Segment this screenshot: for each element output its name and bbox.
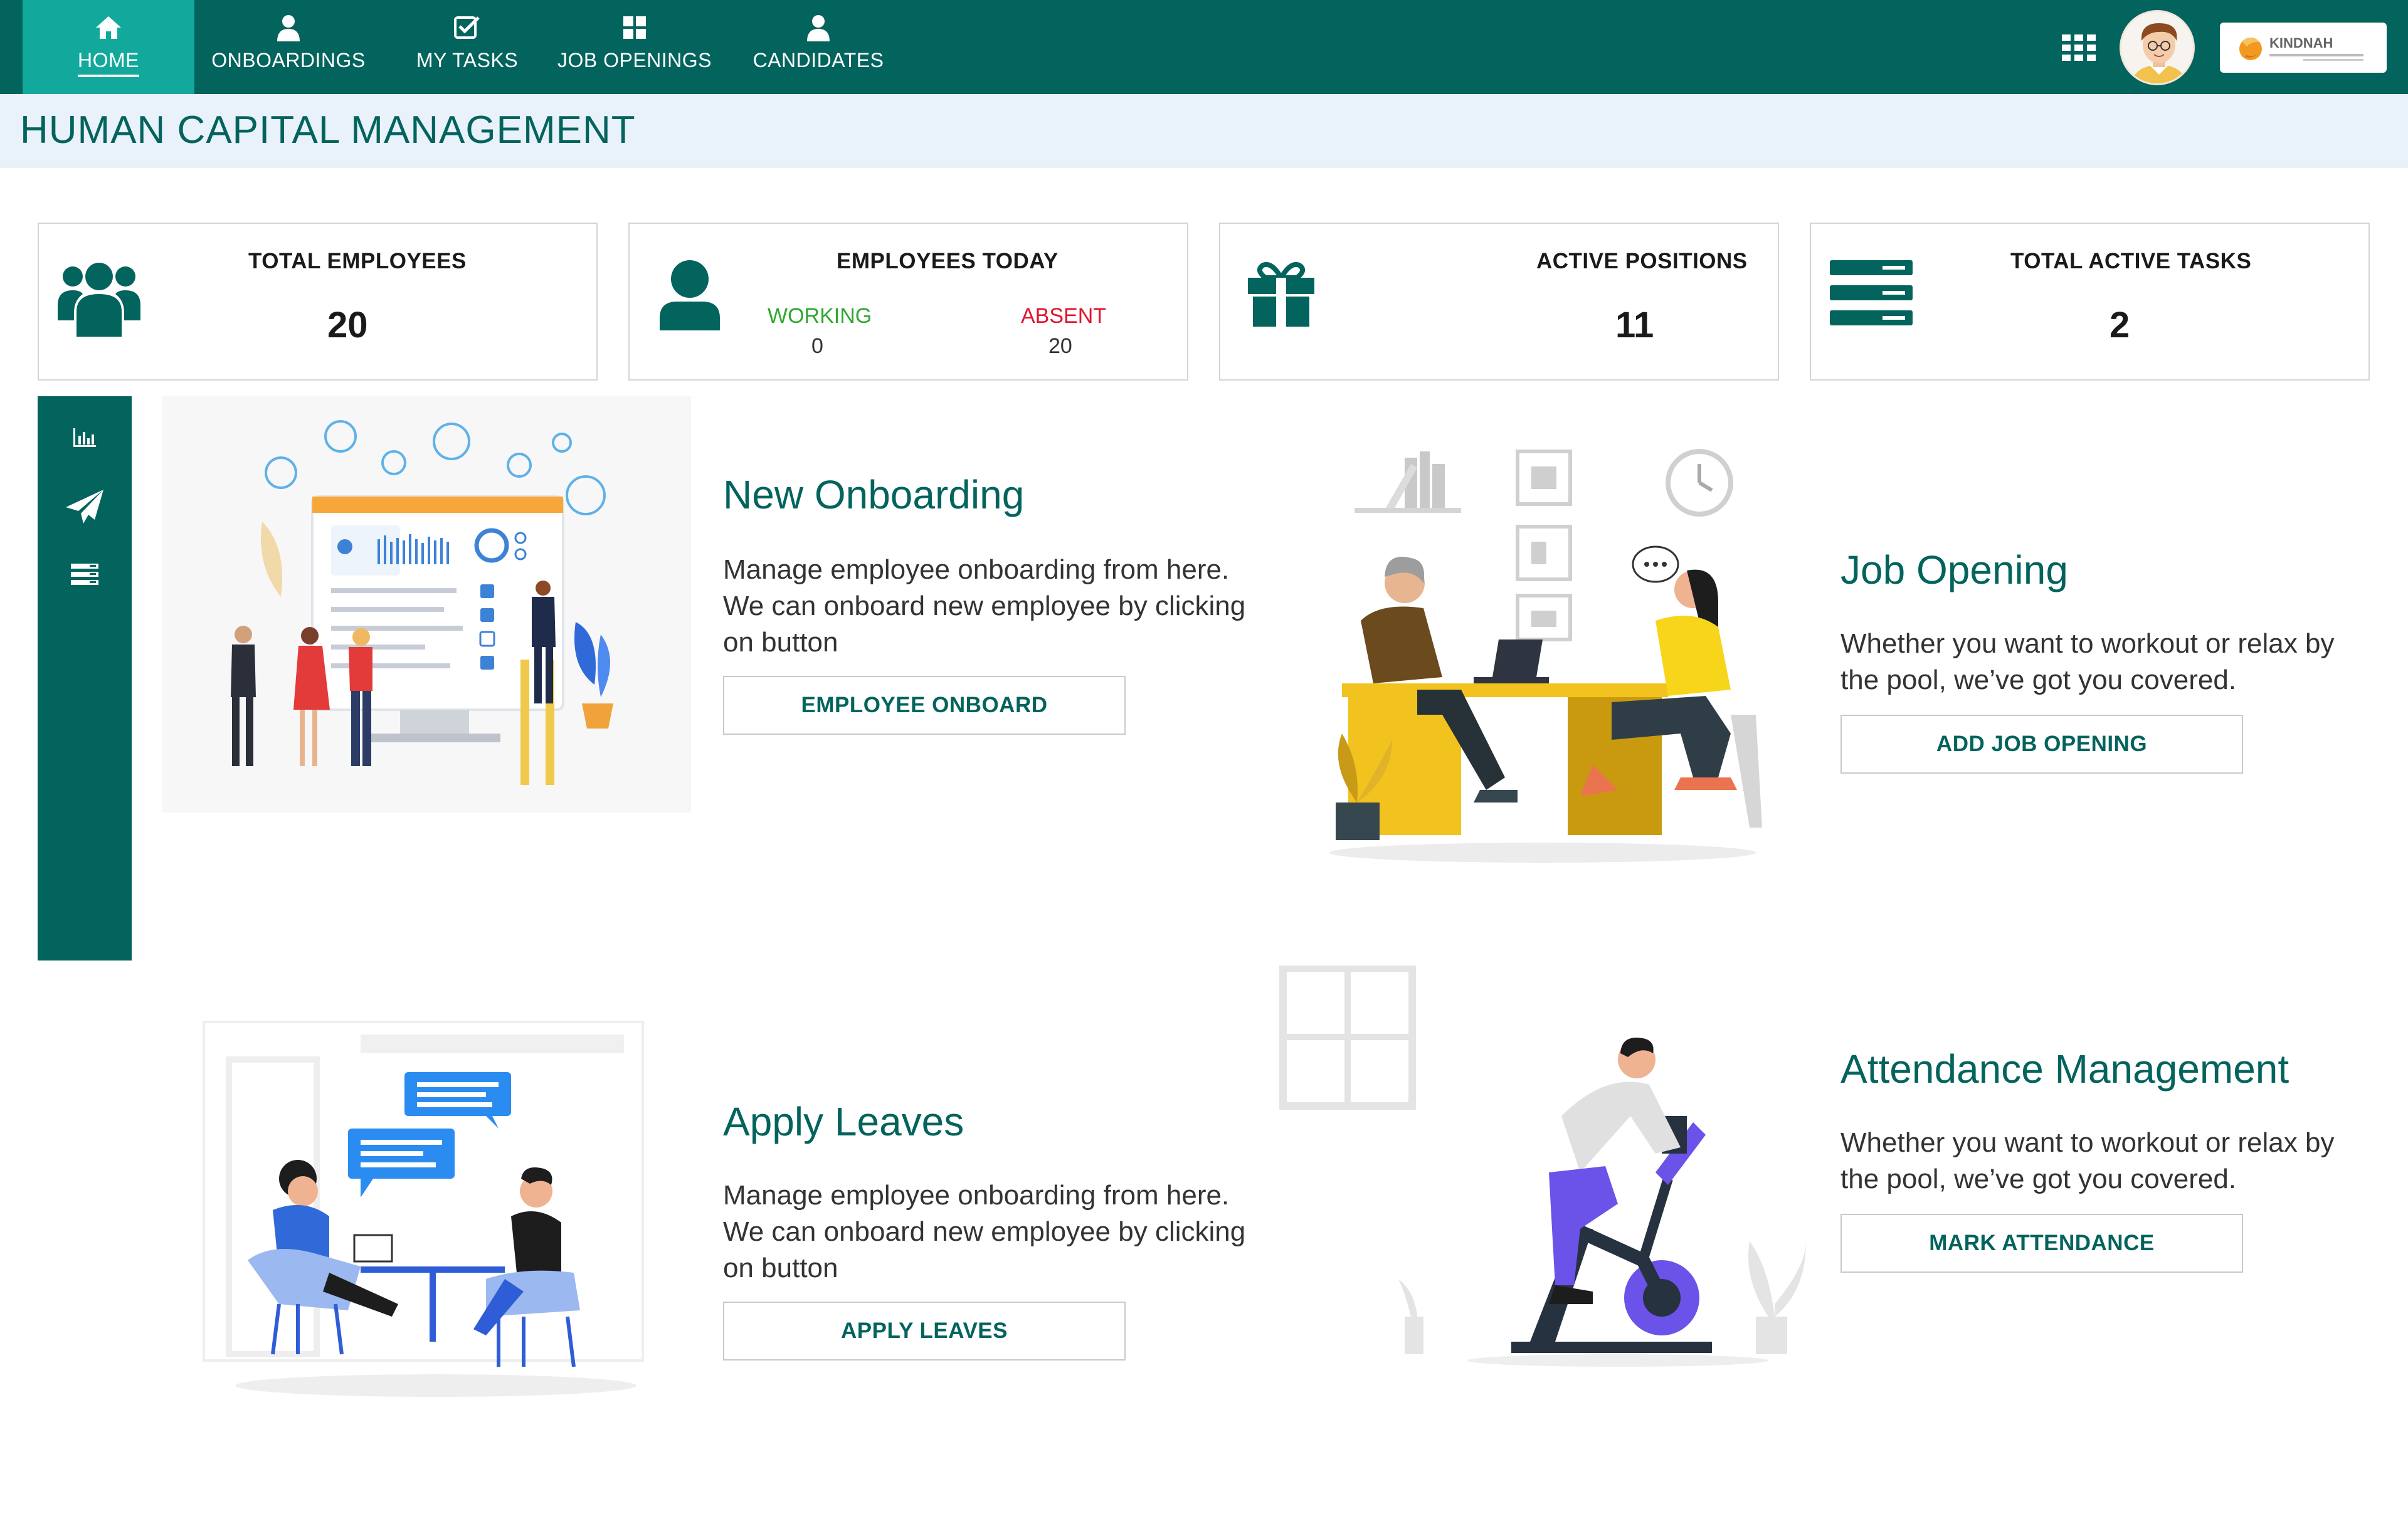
user-icon <box>273 13 304 43</box>
page-title: HUMAN CAPITAL MANAGEMENT <box>20 108 636 152</box>
active-positions-value: 11 <box>1615 305 1654 345</box>
card-active-positions[interactable]: ACTIVE POSITIONS 11 <box>1219 223 1779 381</box>
nav-home-label: HOME <box>78 49 139 77</box>
logo-wordmark: KINDNAH <box>2269 35 2333 51</box>
total-active-tasks-label: TOTAL ACTIVE TASKS <box>2010 249 2252 273</box>
total-employees-value: 20 <box>327 305 368 345</box>
apply-leaves-button[interactable]: APPLY LEAVES <box>723 1302 1126 1360</box>
attendance-title: Attendance Management <box>1840 1046 2289 1092</box>
user-icon <box>803 13 833 43</box>
onboarding-title: New Onboarding <box>723 472 1025 517</box>
apps-grid-icon[interactable] <box>2062 34 2096 61</box>
nav-job-openings[interactable]: JOB OPENINGS <box>552 0 717 94</box>
rail-reports-button[interactable] <box>38 414 132 464</box>
side-rail <box>38 396 132 960</box>
check-square-icon <box>452 13 482 43</box>
bar-chart-icon <box>72 427 97 451</box>
add-job-opening-button[interactable]: ADD JOB OPENING <box>1840 715 2243 774</box>
apply-leaves-illustration <box>172 1016 699 1417</box>
attendance-description: Whether you want to workout or relax by … <box>1840 1127 2335 1194</box>
absent-value: 20 <box>1048 334 1072 358</box>
nav-onboardings-label: ONBOARDINGS <box>211 49 366 71</box>
nav-my-tasks[interactable]: MY TASKS <box>401 0 533 94</box>
nav-my-tasks-label: MY TASKS <box>416 49 519 71</box>
onboarding-illustration <box>162 396 691 813</box>
company-logo: KINDNAH <box>2220 23 2387 73</box>
users-group-icon <box>58 258 140 340</box>
job-opening-description: Whether you want to workout or relax by … <box>1840 628 2335 695</box>
onboarding-description: Manage employee onboarding from here. We… <box>723 554 1246 658</box>
rail-send-button[interactable] <box>38 483 132 533</box>
active-positions-label: ACTIVE POSITIONS <box>1536 249 1748 273</box>
page-title-bar: HUMAN CAPITAL MANAGEMENT <box>0 94 2408 168</box>
nav-onboardings[interactable]: ONBOARDINGS <box>201 0 376 94</box>
job-opening-illustration <box>1317 439 1781 871</box>
card-total-active-tasks[interactable]: TOTAL ACTIVE TASKS 2 <box>1810 223 2370 381</box>
employee-onboard-button[interactable]: EMPLOYEE ONBOARD <box>723 676 1126 735</box>
nav-job-openings-label: JOB OPENINGS <box>557 49 712 71</box>
user-avatar[interactable] <box>2120 10 2195 85</box>
top-navigation-bar: HOME ONBOARDINGS MY TASKS JOB OPENINGS C… <box>0 0 2408 94</box>
card-total-employees[interactable]: TOTAL EMPLOYEES 20 <box>38 223 598 381</box>
employees-today-label: EMPLOYEES TODAY <box>837 249 1059 273</box>
working-label: WORKING <box>768 304 872 328</box>
grid-icon <box>620 13 650 43</box>
user-icon <box>660 260 720 334</box>
nav-candidates[interactable]: CANDIDATES <box>740 0 897 94</box>
rail-list-button[interactable] <box>38 550 132 601</box>
absent-label: ABSENT <box>1021 304 1107 328</box>
job-opening-title: Job Opening <box>1840 547 2068 592</box>
total-active-tasks-value: 2 <box>2110 305 2130 345</box>
attendance-illustration <box>1279 964 1819 1367</box>
paper-plane-icon <box>65 488 105 528</box>
home-icon <box>93 13 124 43</box>
list-icon <box>71 563 98 588</box>
server-list-icon <box>1830 260 1913 329</box>
nav-home[interactable]: HOME <box>23 0 194 94</box>
apply-leaves-description: Manage employee onboarding from here. We… <box>723 1180 1246 1283</box>
apply-leaves-title: Apply Leaves <box>723 1099 964 1144</box>
nav-candidates-label: CANDIDATES <box>752 49 884 71</box>
card-employees-today[interactable]: EMPLOYEES TODAY WORKING 0 ABSENT 20 <box>628 223 1188 381</box>
gift-icon <box>1247 260 1316 330</box>
total-employees-label: TOTAL EMPLOYEES <box>248 249 467 273</box>
working-value: 0 <box>811 334 823 358</box>
mark-attendance-button[interactable]: MARK ATTENDANCE <box>1840 1214 2243 1273</box>
